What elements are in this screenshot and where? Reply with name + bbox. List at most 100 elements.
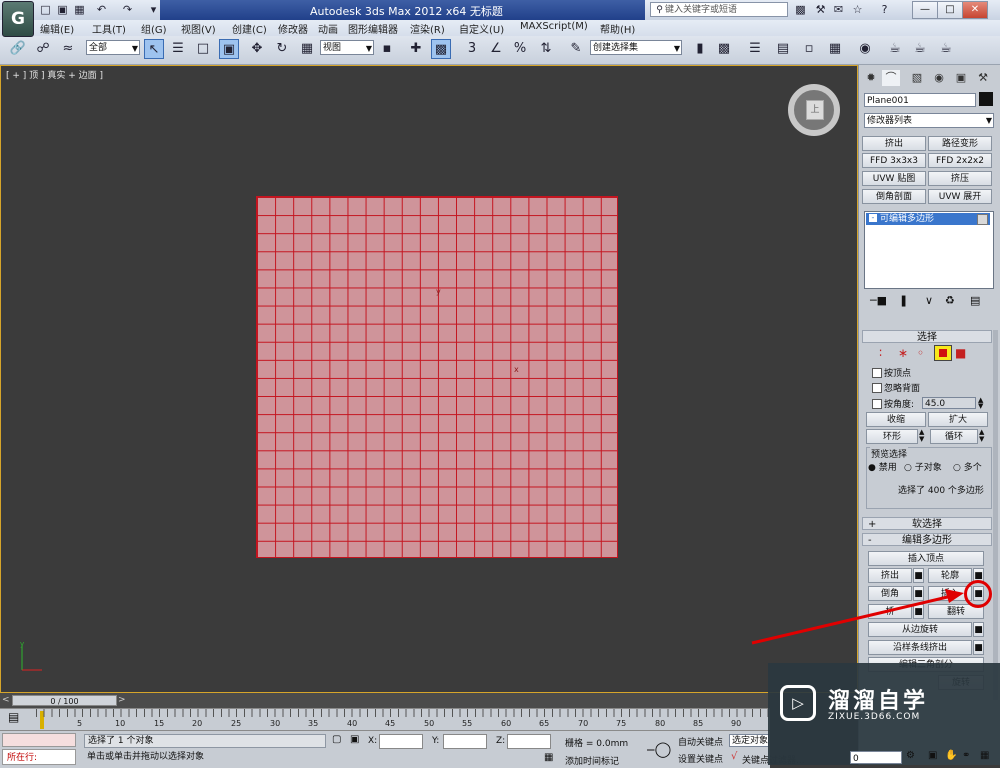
app-logo-button[interactable]: G bbox=[2, 1, 34, 37]
rotate-icon[interactable]: ↻ bbox=[272, 39, 292, 59]
modifier-button-ffd-2[interactable]: FFD 2x2x2 bbox=[928, 153, 992, 168]
align-icon[interactable]: ▩ bbox=[714, 39, 734, 59]
modifier-button-squeeze[interactable]: 挤压 bbox=[928, 171, 992, 186]
border-subobject-icon[interactable]: ◦ bbox=[917, 346, 924, 360]
unlink-icon[interactable]: ☍ bbox=[33, 39, 53, 59]
schematic-view-icon[interactable]: ▦ bbox=[825, 39, 845, 59]
hierarchy-tab-icon[interactable]: ▧ bbox=[908, 70, 926, 86]
make-unique-icon[interactable]: ∨ bbox=[925, 294, 933, 307]
insert-vertex-button[interactable]: 插入顶点 bbox=[868, 551, 984, 566]
current-frame-field[interactable]: 0 bbox=[850, 751, 902, 764]
close-button[interactable]: ✕ bbox=[962, 1, 988, 19]
spinner-snap-icon[interactable]: ⇅ bbox=[536, 39, 556, 59]
snaps-toggle-icon[interactable]: 3 bbox=[462, 39, 482, 59]
modifier-button-path-deform[interactable]: 路径变形 bbox=[928, 136, 992, 151]
set-key-icon[interactable]: ⎯◯ bbox=[647, 740, 671, 758]
object-name-field[interactable]: Plane001 bbox=[864, 93, 976, 107]
key-selection-dropdown[interactable]: 选定对象 bbox=[729, 734, 769, 747]
curve-editor-icon[interactable]: ▫ bbox=[799, 39, 819, 59]
extrude-button[interactable]: 挤出 bbox=[868, 568, 912, 583]
ring-button[interactable]: 环形 bbox=[866, 429, 918, 444]
menu-rendering[interactable]: 渲染(R) bbox=[410, 21, 445, 36]
scale-icon[interactable]: ▦ bbox=[297, 39, 317, 59]
time-config-icon[interactable]: ⚙ bbox=[906, 750, 915, 761]
modifier-button-uvw-map[interactable]: UVW 贴图 bbox=[862, 171, 926, 186]
menu-maxscript[interactable]: MAXScript(M) bbox=[520, 21, 588, 32]
material-editor-icon[interactable]: ◉ bbox=[855, 39, 875, 59]
communication-icon[interactable]: ✉ bbox=[831, 2, 846, 17]
angle-snap-icon[interactable]: ∠ bbox=[486, 39, 506, 59]
menu-group[interactable]: 组(G) bbox=[141, 21, 167, 36]
create-tab-icon[interactable]: ✹ bbox=[862, 70, 880, 86]
mini-curve-editor-icon[interactable]: ▤ bbox=[8, 710, 19, 724]
menu-tools[interactable]: 工具(T) bbox=[92, 21, 126, 36]
add-time-tag[interactable]: 添加时间标记 bbox=[565, 754, 619, 767]
layer-manager-icon[interactable]: ☰ bbox=[745, 39, 765, 59]
modifier-button-unwrap-uvw[interactable]: UVW 展开 bbox=[928, 189, 992, 204]
z-coordinate-field[interactable] bbox=[507, 734, 551, 749]
modifier-list-dropdown[interactable]: 修改器列表 ▼ bbox=[864, 113, 994, 128]
menu-graph-editors[interactable]: 图形编辑器 bbox=[348, 21, 398, 36]
selection-filter-dropdown[interactable]: 全部 ▼ bbox=[86, 40, 140, 55]
reference-coordinate-dropdown[interactable]: 视图 ▼ bbox=[320, 40, 374, 55]
stack-item-editable-poly[interactable]: 可编辑多边形 bbox=[866, 213, 990, 225]
auto-key-button[interactable]: 自动关键点 bbox=[678, 735, 723, 748]
search-input[interactable]: 键入关键字或短语 bbox=[650, 2, 788, 17]
preview-off-radio[interactable]: ● 禁用 bbox=[868, 460, 897, 473]
help-icon[interactable]: ? bbox=[877, 2, 892, 17]
menu-customize[interactable]: 自定义(U) bbox=[459, 21, 504, 36]
time-prev-icon[interactable]: < bbox=[2, 695, 10, 705]
time-next-icon[interactable]: > bbox=[118, 695, 126, 705]
edit-named-selection-icon[interactable]: ✎ bbox=[566, 39, 586, 59]
menu-modifiers[interactable]: 修改器 bbox=[278, 21, 308, 36]
bind-space-warp-icon[interactable]: ≈ bbox=[58, 39, 78, 59]
menu-create[interactable]: 创建(C) bbox=[232, 21, 267, 36]
plane-object[interactable] bbox=[256, 196, 618, 558]
modify-tab-icon[interactable]: ⌒ bbox=[882, 70, 900, 86]
link-icon[interactable]: 🔗 bbox=[8, 39, 28, 59]
spinner-arrows-icon[interactable]: ▲ ▼ bbox=[978, 397, 983, 410]
rollout-edit-polygons-header[interactable]: - 编辑多边形 bbox=[862, 533, 992, 546]
pan-view-icon[interactable]: ✋ bbox=[945, 750, 957, 761]
preview-multi-radio[interactable]: ○ 多个 bbox=[953, 460, 982, 473]
preview-subobject-radio[interactable]: ○ 子对象 bbox=[904, 460, 942, 473]
move-icon[interactable]: ✥ bbox=[247, 39, 267, 59]
command-panel-scrollbar[interactable] bbox=[993, 330, 998, 700]
favorites-icon[interactable]: ☆ bbox=[850, 2, 865, 17]
menu-animation[interactable]: 动画 bbox=[318, 21, 338, 36]
pin-stack-icon[interactable]: ─■ bbox=[870, 294, 887, 307]
window-crossing-icon[interactable]: ▣ bbox=[219, 39, 239, 59]
angle-spinner[interactable]: 45.0 bbox=[922, 397, 976, 409]
percent-snap-icon[interactable]: % bbox=[510, 39, 530, 59]
loop-spinner-icon[interactable]: ▲ ▼ bbox=[979, 429, 984, 443]
ring-spinner-icon[interactable]: ▲ ▼ bbox=[919, 429, 924, 443]
viewcube-top-face[interactable]: 上 bbox=[806, 100, 824, 120]
expand-icon[interactable]: - bbox=[869, 214, 877, 222]
menu-edit[interactable]: 编辑(E) bbox=[40, 21, 74, 36]
orbit-icon[interactable]: ⚭ bbox=[962, 750, 970, 761]
set-key-button[interactable]: 设置关键点 bbox=[678, 752, 723, 765]
select-and-manipulate-icon[interactable]: ✚ bbox=[406, 39, 426, 59]
rollout-selection-header[interactable]: 选择 bbox=[862, 330, 992, 343]
menu-views[interactable]: 视图(V) bbox=[181, 21, 216, 36]
render-production-icon[interactable]: ☕ bbox=[936, 39, 956, 59]
extrude-settings-icon[interactable]: ■ bbox=[913, 568, 924, 583]
lock-selection-icon[interactable]: ▢ bbox=[332, 734, 341, 745]
stack-item-toggle-icon[interactable] bbox=[977, 214, 988, 225]
named-selection-set-dropdown[interactable]: 创建选择集 ▼ bbox=[590, 40, 682, 55]
minimize-button[interactable]: — bbox=[912, 1, 938, 19]
redo-icon[interactable]: ↷ bbox=[120, 2, 135, 17]
render-setup-icon[interactable]: ☕ bbox=[885, 39, 905, 59]
new-file-icon[interactable]: □ bbox=[38, 2, 53, 17]
by-vertex-checkbox[interactable] bbox=[872, 368, 882, 378]
quick-access-dropdown-icon[interactable]: ▾ bbox=[146, 2, 161, 17]
element-subobject-icon[interactable]: ■ bbox=[955, 346, 966, 360]
graphite-toolbox-icon[interactable]: ▤ bbox=[773, 39, 793, 59]
maxscript-listener[interactable] bbox=[2, 733, 76, 747]
object-color-swatch[interactable] bbox=[979, 92, 993, 106]
display-tab-icon[interactable]: ▣ bbox=[952, 70, 970, 86]
select-object-icon[interactable]: ↖ bbox=[144, 39, 164, 59]
rectangular-selection-icon[interactable]: □ bbox=[193, 39, 213, 59]
time-slider[interactable]: 0 / 100 bbox=[12, 695, 117, 706]
rendered-frame-window-icon[interactable]: ☕ bbox=[910, 39, 930, 59]
